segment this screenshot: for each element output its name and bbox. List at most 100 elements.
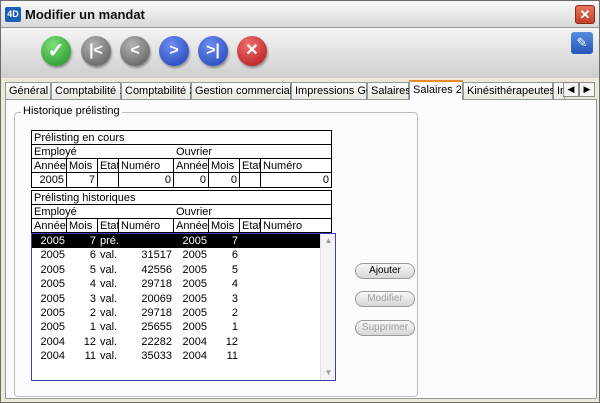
tab-scroll-right-icon[interactable]: ▶ <box>579 82 595 97</box>
table-row[interactable]: 2005 2 val. 29718 2005 2 <box>32 306 335 320</box>
employe-etat-cell: val. <box>100 321 118 334</box>
tab-comptabilite-2[interactable]: Comptabilité 2 <box>121 82 195 99</box>
employe-etat-cell: val. <box>100 263 118 276</box>
ouvrier-etat-cell <box>240 234 261 248</box>
ouvrier-numero-cell <box>261 335 317 349</box>
history-groupbox: Historique prélisting Prélisting en cour… <box>14 105 418 397</box>
current-employe-mois[interactable]: 7 <box>67 173 98 187</box>
table-row[interactable]: 2005 4 val. 29718 2005 4 <box>32 277 335 291</box>
last-record-button[interactable]: >| <box>198 36 228 66</box>
employe-etat-cell: val. <box>100 278 118 291</box>
window: 4D Modifier un mandat ✕ ✓ |< < > >| ✕ ✎ … <box>0 0 600 403</box>
tab-impressions-gc[interactable]: Impressions GC <box>291 82 374 99</box>
tab-salaires[interactable]: Salaires <box>367 82 411 99</box>
employe-numero-cell <box>119 234 174 248</box>
employe-numero-cell: 25655 <box>141 321 172 334</box>
employe-annee-cell: 2004 <box>40 335 65 348</box>
history-list[interactable]: 2005 7 pré. 2005 7 2005 6 val. 31517 2005 6 2005 5 va… <box>31 233 336 381</box>
table-row[interactable]: 2005 3 val. 20069 2005 3 <box>32 292 335 306</box>
ouvrier-etat-cell <box>240 320 261 334</box>
employe-numero-cell: 20069 <box>141 292 172 305</box>
ouvrier-etat-cell <box>240 349 261 363</box>
employe-mois-cell: 2 <box>89 306 96 319</box>
current-employe-etat[interactable] <box>98 173 119 187</box>
employe-numero-cell: 29718 <box>141 278 172 291</box>
tab-kinesitherapeutes[interactable]: Kinésithérapeutes <box>463 82 555 99</box>
ouvrier-mois-cell: 1 <box>231 321 238 334</box>
ouvrier-numero-cell <box>261 234 317 248</box>
ouvrier-annee-cell: 2004 <box>182 335 207 348</box>
employe-mois-cell: 6 <box>89 249 96 262</box>
table-row[interactable]: 2005 1 val. 25655 2005 1 <box>32 320 335 334</box>
col-annee: Année <box>176 219 209 233</box>
employe-annee-cell: 2005 <box>40 292 65 305</box>
tab-salaires-2[interactable]: Salaires 2 <box>409 80 463 100</box>
modify-button[interactable]: Modifier <box>355 291 415 307</box>
ouvrier-numero-cell <box>261 277 317 291</box>
employe-annee-cell: 2005 <box>40 278 65 291</box>
ouvrier-etat-cell <box>240 335 261 349</box>
employe-etat-cell: pré. <box>100 235 119 247</box>
ouvrier-annee-cell: 2005 <box>182 263 207 276</box>
tab-general[interactable]: Général <box>5 82 51 99</box>
current-employe-annee[interactable]: 2005 <box>32 173 67 187</box>
employe-mois-cell: 1 <box>89 321 96 334</box>
table-row[interactable]: 2005 5 val. 42556 2005 5 <box>32 263 335 277</box>
scroll-up-icon[interactable]: ▲ <box>321 234 335 248</box>
current-ouvrier-mois[interactable]: 0 <box>209 173 240 187</box>
app-logo-icon: 4D <box>5 7 21 22</box>
vertical-scrollbar[interactable]: ▲ ▼ <box>320 234 335 380</box>
next-record-button[interactable]: > <box>159 36 189 66</box>
col-mois: Mois <box>209 219 240 233</box>
ouvrier-mois-cell: 6 <box>231 249 238 262</box>
employe-mois-cell: 4 <box>89 278 96 291</box>
tab-comptabilite-1[interactable]: Comptabilité 1 <box>51 82 125 99</box>
col-annee: Année <box>34 159 67 173</box>
current-ouvrier-numero[interactable]: 0 <box>261 173 331 187</box>
employe-annee-cell: 2005 <box>40 263 65 276</box>
history-group-header: Employé Ouvrier <box>32 205 331 219</box>
col-mois: Mois <box>67 219 98 233</box>
add-button[interactable]: Ajouter <box>355 263 415 279</box>
current-employe-numero[interactable]: 0 <box>119 173 174 187</box>
col-numero: Numéro <box>119 159 174 173</box>
validate-button[interactable]: ✓ <box>41 36 71 66</box>
col-mois: Mois <box>209 159 240 173</box>
cancel-button[interactable]: ✕ <box>237 36 267 66</box>
first-record-button[interactable]: |< <box>81 36 111 66</box>
col-etat: Etat <box>100 159 119 173</box>
col-annee: Année <box>176 159 209 173</box>
employe-annee-cell: 2005 <box>40 235 65 247</box>
delete-button[interactable]: Supprimer <box>355 320 415 336</box>
current-group-header: Employé Ouvrier <box>32 145 331 159</box>
employe-annee-cell: 2005 <box>40 321 65 334</box>
employe-mois-cell: 5 <box>89 263 96 276</box>
scroll-down-icon[interactable]: ▼ <box>321 366 335 380</box>
table-row[interactable]: 2005 7 pré. 2005 7 <box>32 234 335 249</box>
ouvrier-etat-cell <box>240 263 261 277</box>
close-button[interactable]: ✕ <box>575 5 595 24</box>
table-row[interactable]: 2004 12 val. 22282 2004 12 <box>32 335 335 349</box>
current-employe-label: Employé <box>34 146 77 158</box>
employe-etat-cell: val. <box>100 335 118 348</box>
tab-scroll-left-icon[interactable]: ◀ <box>563 82 579 97</box>
ouvrier-numero-cell <box>261 248 317 262</box>
edit-pencil-icon[interactable]: ✎ <box>571 32 593 54</box>
table-row[interactable]: 2005 6 val. 31517 2005 6 <box>32 248 335 262</box>
current-ouvrier-etat[interactable] <box>240 173 261 187</box>
employe-etat-cell: val. <box>100 306 118 319</box>
ouvrier-etat-cell <box>240 248 261 262</box>
ouvrier-mois-cell: 3 <box>231 292 238 305</box>
tab-gestion-commerciale[interactable]: Gestion commerciale <box>191 82 298 99</box>
employe-mois-cell: 12 <box>83 335 96 348</box>
table-row[interactable]: 2004 11 val. 35033 2004 11 <box>32 349 335 363</box>
employe-numero-cell: 35033 <box>141 350 172 363</box>
employe-numero-cell: 42556 <box>141 263 172 276</box>
previous-record-button[interactable]: < <box>120 36 150 66</box>
employe-numero-cell: 29718 <box>141 306 172 319</box>
current-row: 2005 7 0 0 0 0 <box>32 173 331 187</box>
employe-etat-cell: val. <box>100 249 118 262</box>
current-ouvrier-annee[interactable]: 0 <box>174 173 209 187</box>
ouvrier-mois-cell: 11 <box>226 350 238 363</box>
col-etat: Etat <box>242 219 261 233</box>
